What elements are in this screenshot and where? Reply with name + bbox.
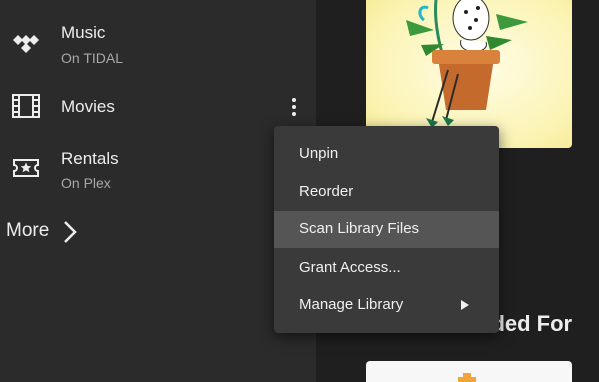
sidebar-item-music[interactable]: Music On TIDAL	[0, 18, 316, 68]
menu-item-label: Scan Library Files	[299, 220, 420, 237]
tidal-icon	[13, 35, 39, 53]
sidebar-item-label: Rentals	[61, 149, 119, 168]
submenu-arrow-icon	[461, 300, 469, 310]
sidebar: Music On TIDAL Movies Rentals On Plex Mo…	[0, 0, 316, 382]
sidebar-item-subtitle: On TIDAL	[61, 50, 123, 66]
film-icon	[12, 94, 40, 118]
menu-item-unpin[interactable]: Unpin	[274, 136, 499, 173]
poster-artwork	[458, 373, 476, 382]
more-options-icon[interactable]	[286, 96, 302, 118]
menu-item-label: Reorder	[299, 183, 354, 200]
menu-item-label: Manage Library	[299, 296, 404, 313]
sidebar-item-subtitle: On Plex	[61, 175, 111, 191]
menu-item-label: Grant Access...	[299, 259, 401, 276]
menu-item-reorder[interactable]: Reorder	[274, 174, 499, 211]
poster-card[interactable]	[366, 361, 572, 382]
more-link[interactable]: More	[6, 220, 49, 242]
chevron-right-icon[interactable]	[62, 219, 78, 245]
context-menu: Unpin Reorder Scan Library Files Grant A…	[274, 126, 499, 333]
menu-item-grant-access[interactable]: Grant Access...	[274, 250, 499, 287]
menu-item-manage-library[interactable]: Manage Library	[274, 287, 499, 324]
sidebar-item-label: Movies	[61, 97, 115, 116]
menu-item-scan-library-files[interactable]: Scan Library Files	[274, 211, 499, 248]
sidebar-item-label: Music	[61, 23, 106, 42]
sidebar-item-rentals[interactable]: Rentals On Plex	[0, 143, 316, 193]
sidebar-item-movies[interactable]: Movies	[0, 82, 316, 132]
menu-item-label: Unpin	[299, 145, 339, 162]
ticket-icon	[13, 159, 39, 177]
